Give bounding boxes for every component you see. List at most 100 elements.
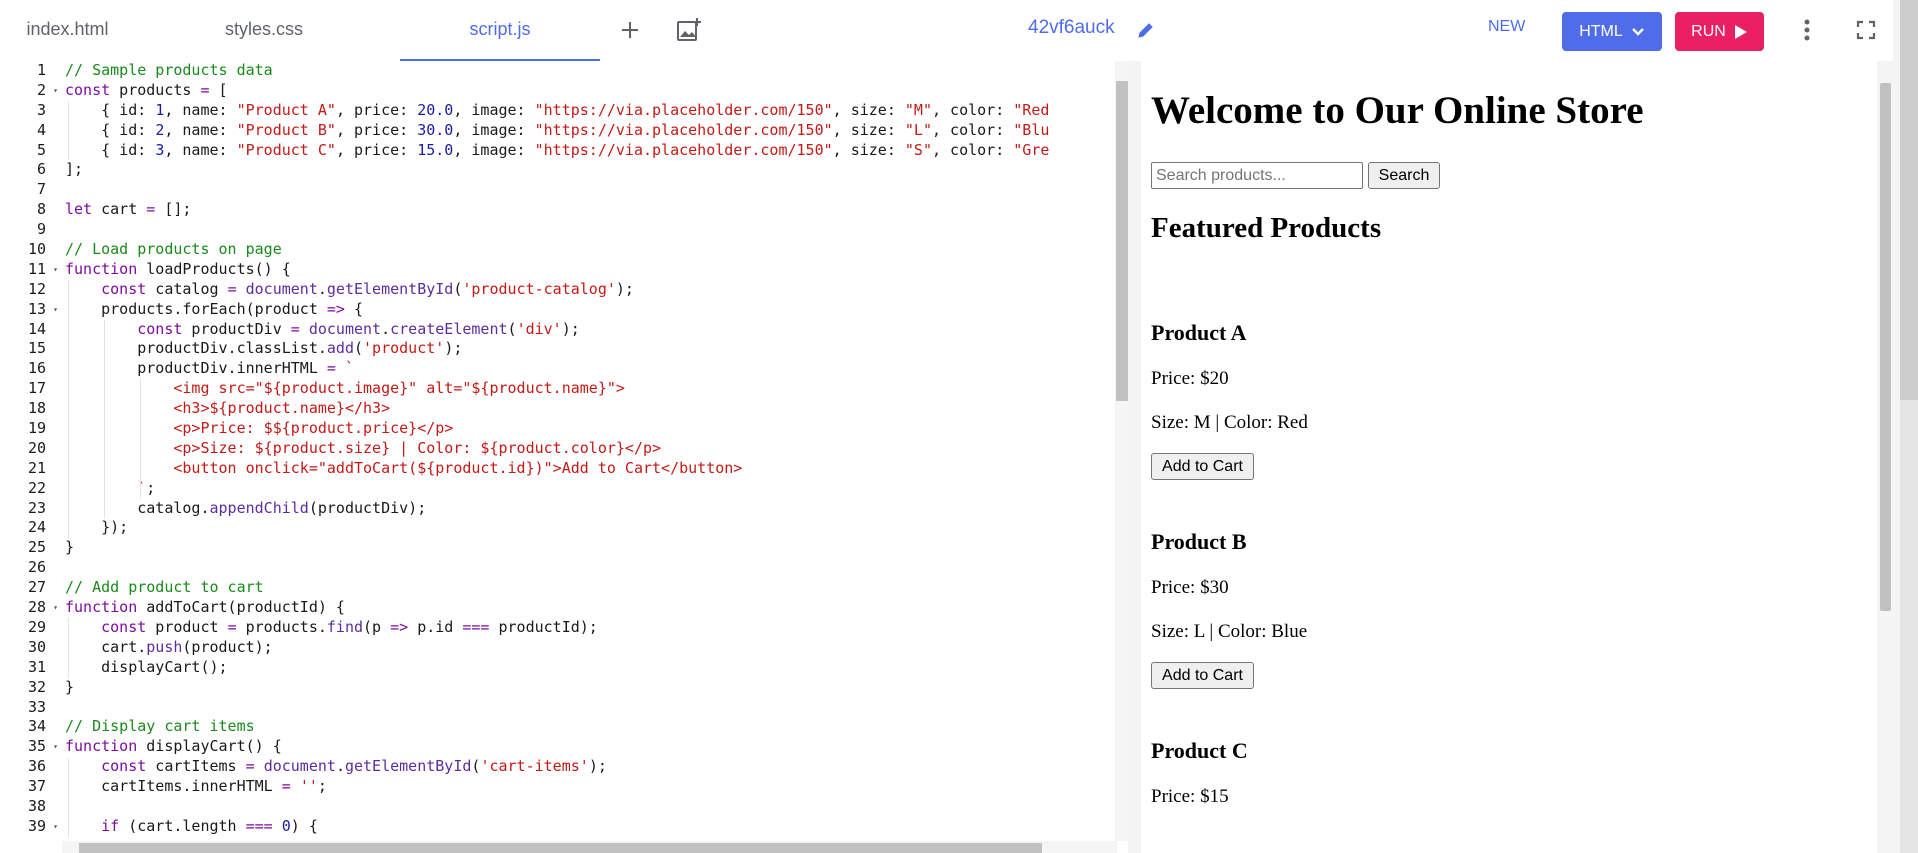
code-line[interactable]: <h3>${product.name}</h3> xyxy=(65,399,1113,419)
code-line[interactable]: // Load products on page xyxy=(65,240,1113,260)
code-line[interactable]: <p>Size: ${product.size} | Color: ${prod… xyxy=(65,439,1113,459)
line-number: 29 xyxy=(0,618,62,638)
line-number-text: 27 xyxy=(27,578,46,597)
code-line[interactable]: <p>Price: $${product.price}</p> xyxy=(65,419,1113,439)
add-to-cart-button[interactable]: Add to Cart xyxy=(1151,453,1254,480)
code-line[interactable]: // Add product to cart xyxy=(65,578,1113,598)
fold-toggle-icon[interactable]: ▾ xyxy=(53,81,58,101)
pane-divider[interactable] xyxy=(1128,61,1141,853)
line-number-text: 9 xyxy=(36,220,46,239)
pencil-icon[interactable] xyxy=(1133,17,1159,43)
fold-toggle-icon[interactable]: ▾ xyxy=(53,300,58,320)
line-number-text: 28 xyxy=(27,598,46,617)
run-label: RUN xyxy=(1691,22,1726,40)
tab-index-html[interactable]: index.html xyxy=(0,0,135,61)
code-line[interactable]: function loadProducts() { xyxy=(65,260,1113,280)
editor-horizontal-scrollbar[interactable] xyxy=(62,841,1117,853)
tab-styles-css[interactable]: styles.css xyxy=(200,0,328,61)
line-number-gutter: 1 2 ▾ 3 4 5 6 7 8 9 10 11 ▾ 12 13 ▾ 14 15 16 17 18 19 20 21 22 23… xyxy=(0,61,62,841)
code-line[interactable]: cart.push(product); xyxy=(65,638,1113,658)
code-line[interactable]: }); xyxy=(65,518,1113,538)
line-number: 30 xyxy=(0,638,62,658)
code-line[interactable]: const products = [ xyxy=(65,81,1113,101)
line-number-text: 30 xyxy=(27,637,46,656)
run-button[interactable]: RUN xyxy=(1675,12,1764,51)
line-number: 1 xyxy=(0,61,62,81)
preview-vertical-scrollbar[interactable] xyxy=(1877,61,1893,853)
code-line[interactable] xyxy=(65,698,1113,718)
code-line[interactable]: <button onclick="addToCart(${product.id}… xyxy=(65,459,1113,479)
code-line[interactable]: ]; xyxy=(65,160,1113,180)
code-line[interactable]: { id: 1, name: "Product A", price: 20.0,… xyxy=(65,101,1113,121)
featured-heading: Featured Products xyxy=(1151,212,1382,244)
line-number: 17 xyxy=(0,379,62,399)
line-number-text: 24 xyxy=(27,518,46,537)
fold-toggle-icon[interactable]: ▾ xyxy=(53,817,58,837)
line-number: 15 xyxy=(0,339,62,359)
code-line[interactable]: const productDiv = document.createElemen… xyxy=(65,320,1113,340)
code-line[interactable] xyxy=(65,180,1113,200)
line-number: 23 xyxy=(0,499,62,519)
plus-icon[interactable] xyxy=(614,14,646,46)
page-scroll-thumb[interactable] xyxy=(1900,0,1918,400)
code-line[interactable]: displayCart(); xyxy=(65,658,1113,678)
editor-horizontal-scroll-thumb[interactable] xyxy=(79,843,1042,853)
language-select-button[interactable]: HTML xyxy=(1562,12,1662,51)
fold-toggle-icon[interactable]: ▾ xyxy=(53,598,58,618)
code-line[interactable]: const catalog = document.getElementById(… xyxy=(65,280,1113,300)
code-line[interactable]: let cart = []; xyxy=(65,200,1113,220)
line-number-text: 18 xyxy=(27,399,46,418)
line-number-text: 35 xyxy=(27,737,46,756)
code-editor[interactable]: 1 2 ▾ 3 4 5 6 7 8 9 10 11 ▾ 12 13 ▾ 14 15 16 17 18 19 20 21 22 23… xyxy=(0,61,1128,853)
code-line[interactable]: function displayCart() { xyxy=(65,737,1113,757)
code-line[interactable]: } xyxy=(65,678,1113,698)
line-number-text: 29 xyxy=(27,617,46,636)
code-line[interactable]: const cartItems = document.getElementByI… xyxy=(65,757,1113,777)
code-line[interactable]: <img src="${product.image}" alt="${produ… xyxy=(65,379,1113,399)
code-line[interactable]: productDiv.classList.add('product'); xyxy=(65,339,1113,359)
fullscreen-icon[interactable] xyxy=(1850,14,1882,46)
line-number: 5 xyxy=(0,141,62,161)
line-number: 18 xyxy=(0,399,62,419)
code-line[interactable]: // Sample products data xyxy=(65,61,1113,81)
editor-vertical-scrollbar[interactable] xyxy=(1115,61,1128,841)
code-line[interactable]: `; xyxy=(65,479,1113,499)
line-number-text: 34 xyxy=(27,717,46,736)
code-line[interactable]: { id: 3, name: "Product C", price: 15.0,… xyxy=(65,141,1113,161)
code-line[interactable]: cartItems.innerHTML = ''; xyxy=(65,777,1113,797)
tab-script-js[interactable]: script.js xyxy=(400,0,600,61)
line-number-text: 14 xyxy=(27,319,46,338)
search-input[interactable] xyxy=(1151,162,1363,189)
fold-toggle-icon[interactable]: ▾ xyxy=(53,737,58,757)
search-button[interactable]: Search xyxy=(1368,162,1440,189)
code-line[interactable]: function addToCart(productId) { xyxy=(65,598,1113,618)
line-number: 39 ▾ xyxy=(0,817,62,837)
line-number-text: 6 xyxy=(36,160,46,179)
code-line[interactable]: products.forEach(product => { xyxy=(65,300,1113,320)
line-number: 20 xyxy=(0,439,62,459)
code-line[interactable] xyxy=(65,797,1113,817)
preview-vertical-scroll-thumb[interactable] xyxy=(1880,83,1891,611)
add-image-icon[interactable] xyxy=(673,14,705,46)
fold-toggle-icon[interactable]: ▾ xyxy=(53,260,58,280)
code-line[interactable]: const product = products.find(p => p.id … xyxy=(65,618,1113,638)
line-number-text: 38 xyxy=(27,796,46,815)
editor-vertical-scroll-thumb[interactable] xyxy=(1116,81,1128,401)
code-content[interactable]: // Sample products data const products = … xyxy=(65,61,1113,841)
new-button[interactable]: NEW xyxy=(1488,18,1525,36)
code-line[interactable]: // Display cart items xyxy=(65,717,1113,737)
more-vertical-icon[interactable] xyxy=(1791,14,1823,46)
code-line[interactable] xyxy=(65,220,1113,240)
code-line[interactable]: productDiv.innerHTML = ` xyxy=(65,359,1113,379)
line-number: 37 xyxy=(0,777,62,797)
code-line[interactable]: if (cart.length === 0) { xyxy=(65,817,1113,837)
code-line[interactable]: } xyxy=(65,538,1113,558)
code-line[interactable]: { id: 2, name: "Product B", price: 30.0,… xyxy=(65,121,1113,141)
code-line[interactable]: catalog.appendChild(productDiv); xyxy=(65,499,1113,519)
line-number-text: 33 xyxy=(27,697,46,716)
product-details: Size: M | Color: Red xyxy=(1151,412,1308,433)
line-number-text: 36 xyxy=(27,757,46,776)
add-to-cart-button[interactable]: Add to Cart xyxy=(1151,662,1254,689)
code-line[interactable] xyxy=(65,558,1113,578)
line-number: 12 xyxy=(0,280,62,300)
